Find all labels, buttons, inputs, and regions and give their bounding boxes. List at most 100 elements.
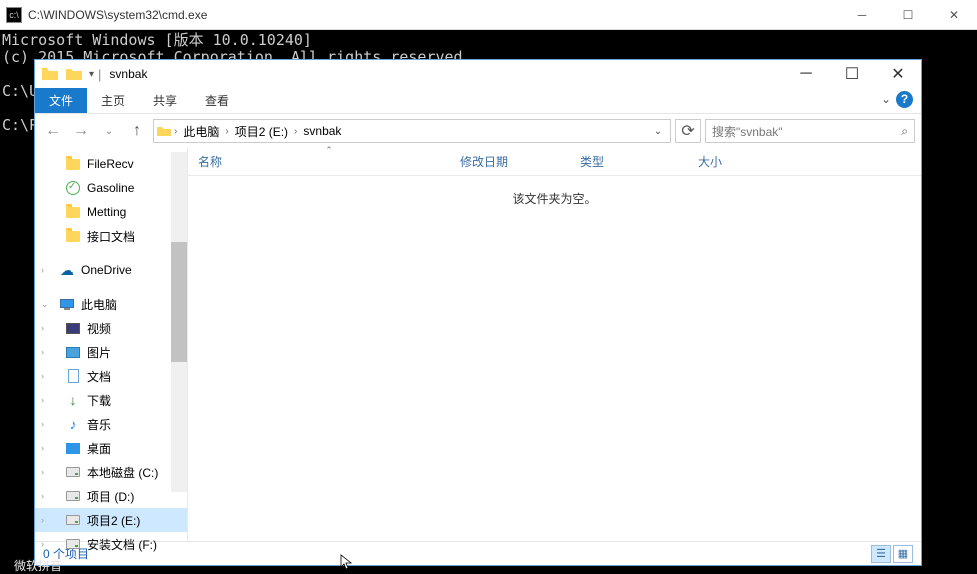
sidebar-label: 项目 (D:) [87,488,134,505]
sidebar-label: FileRecv [87,157,134,171]
col-name[interactable]: ⌃名称 [198,153,460,170]
sidebar-label: Metting [87,205,126,219]
caret-right-icon[interactable]: › [41,323,44,333]
folder-icon [66,231,80,242]
ribbon: 文件 主页 共享 查看 ⌄ ? [35,88,921,114]
nav-forward-button[interactable]: → [69,119,93,143]
search-icon[interactable]: ⌕ [901,124,908,139]
sort-asc-icon: ⌃ [325,145,333,156]
cmd-maximize-button[interactable]: ☐ [885,0,931,30]
scrollbar-thumb[interactable] [171,242,187,362]
sidebar-item-cdrive[interactable]: › 本地磁盘 (C:) [35,460,187,484]
cmd-close-button[interactable]: ✕ [931,0,977,30]
tab-home[interactable]: 主页 [87,88,139,113]
explorer-titlebar[interactable]: ▾ | svnbak ─ ☐ ✕ [35,60,921,88]
cmd-titlebar[interactable]: c:\ C:\WINDOWS\system32\cmd.exe ─ ☐ ✕ [0,0,977,30]
caret-right-icon[interactable]: › [41,443,44,453]
window-title: svnbak [109,67,147,81]
caret-right-icon[interactable]: › [41,491,44,501]
sidebar-label: 此电脑 [81,296,117,313]
caret-right-icon[interactable]: › [41,515,44,525]
sidebar-item-onedrive[interactable]: ›☁OneDrive [35,258,187,282]
sidebar-item-downloads[interactable]: ›↓下载 [35,388,187,412]
tab-share[interactable]: 共享 [139,88,191,113]
caret-right-icon[interactable]: › [41,347,44,357]
music-icon: ♪ [65,416,81,432]
desktop-icon [66,443,80,454]
address-dropdown-icon[interactable]: ⌄ [648,126,668,137]
help-icon[interactable]: ? [896,91,913,108]
chevron-right-icon[interactable]: › [174,126,177,137]
sidebar-item-music[interactable]: › ♪ 音乐 [35,412,187,436]
sidebar-label: 接口文档 [87,228,135,245]
sidebar-item-thispc[interactable]: ⌄ 此电脑 [35,292,187,316]
cmd-icon: c:\ [6,7,22,23]
caret-right-icon[interactable]: › [41,419,44,429]
column-headers: ⌃名称 修改日期 类型 大小 [188,148,921,176]
tab-file[interactable]: 文件 [35,88,87,113]
sidebar-label: 图片 [87,344,111,361]
view-icons-button[interactable]: ▦ [893,545,913,563]
folder-icon [66,159,80,170]
folder-icon [66,207,80,218]
onedrive-icon: ☁ [59,262,75,278]
cmd-minimize-button[interactable]: ─ [839,0,885,30]
quick-access-toolbar: ▾ [65,65,94,83]
view-details-button[interactable]: ☰ [871,545,891,563]
sidebar-label: 安装文档 (F:) [87,536,157,553]
addr-folder-icon [156,123,172,139]
sidebar-item-metting[interactable]: Metting [35,200,187,224]
sidebar-item-video[interactable]: ›视频 [35,316,187,340]
qat-dropdown-icon[interactable]: ▾ [89,69,94,80]
pc-icon [60,299,74,310]
folder-overlay-icon [65,65,83,83]
sidebar-label: 音乐 [87,416,111,433]
sidebar-scrollbar[interactable] [171,152,187,492]
sidebar-label: 项目2 (E:) [87,512,140,529]
nav-tree[interactable]: FileRecv Gasoline Metting 接口文档 ›☁OneDriv… [35,148,187,541]
caret-right-icon[interactable]: › [41,265,44,275]
sidebar-item-desktop[interactable]: ›桌面 [35,436,187,460]
file-list-pane[interactable]: ⌃名称 修改日期 类型 大小 该文件夹为空。 [187,148,921,541]
empty-folder-message: 该文件夹为空。 [188,176,921,541]
sidebar-item-fdrive[interactable]: › 安装文档 (F:) [35,532,187,556]
caret-down-icon[interactable]: ⌄ [41,299,49,310]
ribbon-expand-icon[interactable]: ⌄ [881,92,891,106]
tab-view[interactable]: 查看 [191,88,243,113]
sidebar-item-ddrive[interactable]: › 项目 (D:) [35,484,187,508]
sidebar-item-jiekou[interactable]: 接口文档 [35,224,187,248]
minimize-button[interactable]: ─ [783,60,829,88]
caret-right-icon[interactable]: › [41,467,44,477]
cursor-icon [340,554,354,570]
address-bar[interactable]: › 此电脑 › 项目2 (E:) › svnbak ⌄ [153,119,671,143]
caret-right-icon[interactable]: › [41,371,44,381]
chevron-right-icon[interactable]: › [294,126,297,137]
drive-icon [66,467,80,477]
close-button[interactable]: ✕ [875,60,921,88]
search-input[interactable]: 搜索"svnbak" ⌕ [705,119,915,143]
crumb-drive[interactable]: 项目2 (E:) [231,123,292,140]
maximize-button[interactable]: ☐ [829,60,875,88]
crumb-folder[interactable]: svnbak [299,124,345,138]
sidebar-item-edrive[interactable]: › 项目2 (E:) [35,508,187,532]
nav-toolbar: ← → ⌄ ↑ › 此电脑 › 项目2 (E:) › svnbak ⌄ ⟳ 搜索… [35,114,921,148]
caret-right-icon[interactable]: › [41,539,44,549]
nav-history-dropdown[interactable]: ⌄ [97,119,121,143]
col-date[interactable]: 修改日期 [460,153,580,170]
sidebar-label: 下载 [87,392,111,409]
sidebar-item-gasoline[interactable]: Gasoline [35,176,187,200]
refresh-button[interactable]: ⟳ [675,119,701,143]
sidebar-label: 本地磁盘 (C:) [87,464,158,481]
col-size[interactable]: 大小 [698,153,778,170]
title-separator: | [98,67,101,82]
sidebar-item-pictures[interactable]: › 图片 [35,340,187,364]
caret-right-icon[interactable]: › [41,395,44,405]
chevron-right-icon[interactable]: › [225,126,228,137]
sidebar-item-filerecv[interactable]: FileRecv [35,152,187,176]
nav-up-button[interactable]: ↑ [125,119,149,143]
crumb-thispc[interactable]: 此电脑 [179,123,223,140]
drive-icon [66,515,80,525]
col-type[interactable]: 类型 [580,153,698,170]
nav-back-button[interactable]: ← [41,119,65,143]
sidebar-item-documents[interactable]: ›文档 [35,364,187,388]
